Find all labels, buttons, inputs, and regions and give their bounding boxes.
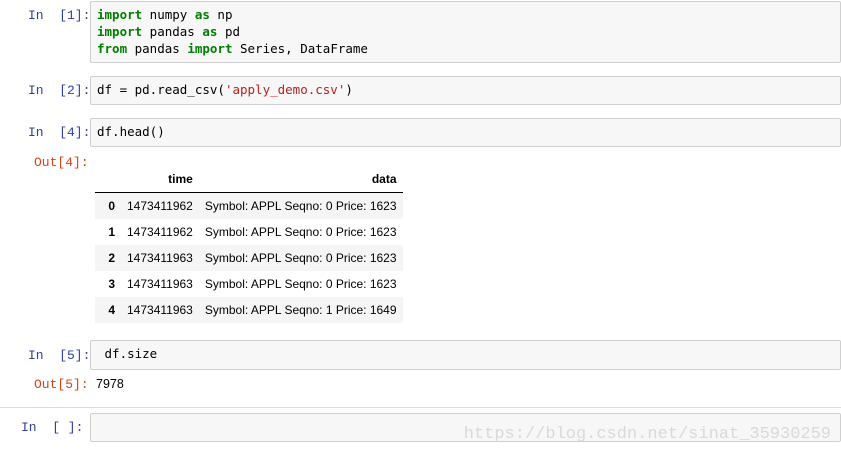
row-index: 3 [108, 277, 115, 291]
code-line: df.head() [97, 123, 834, 140]
code-editor[interactable]: df = pd.read_csv('apply_demo.csv') [90, 76, 841, 105]
code-keyword: as [194, 7, 210, 22]
code-text: Series, DataFrame [232, 41, 368, 56]
cell-time: 1473411963 [127, 251, 193, 265]
watermark: https://blog.csdn.net/sinat_35930259 [463, 425, 831, 444]
column-header-time: time [121, 166, 199, 193]
row-index: 2 [108, 251, 115, 265]
output-prompt: Out[4]: [34, 155, 89, 170]
code-line: from pandas import Series, DataFrame [97, 40, 834, 57]
column-header-index [95, 166, 121, 193]
cell-data: Symbol: APPL Seqno: 0 Price: 1623 [204, 199, 397, 213]
cell-data: Symbol: APPL Seqno: 0 Price: 1623 [204, 277, 397, 291]
cell-time: 1473411963 [127, 277, 193, 291]
code-line: import pandas as pd [97, 23, 834, 40]
output-value: 7978 [96, 377, 124, 391]
row-index: 1 [108, 225, 115, 239]
input-prompt: In [2]: [28, 83, 91, 98]
code-editor[interactable]: df.head() [90, 118, 841, 147]
code-keyword: import [97, 24, 143, 39]
table-row: 1 1473411962 Symbol: APPL Seqno: 0 Price: … [95, 219, 403, 245]
cell-time: 1473411962 [127, 225, 193, 239]
table-row: 2 1473411963 Symbol: APPL Seqno: 0 Price: … [95, 245, 403, 271]
code-keyword: import [187, 41, 233, 56]
column-header-data: data [198, 166, 403, 193]
code-text: ) [345, 82, 353, 97]
cell-time: 1473411962 [127, 199, 193, 213]
code-keyword: as [202, 24, 218, 39]
code-line: import numpy as np [97, 6, 834, 23]
cell-divider [0, 407, 841, 408]
input-prompt: In [5]: [28, 348, 91, 363]
code-keyword: import [97, 7, 143, 22]
table-row: 0 1473411962 Symbol: APPL Seqno: 0 Price: … [95, 192, 403, 219]
code-string: 'apply_demo.csv' [224, 82, 346, 97]
code-line: df = pd.read_csv('apply_demo.csv') [97, 81, 834, 98]
code-text: numpy [142, 7, 195, 22]
code-line: df.size [97, 345, 834, 362]
dataframe-table: time data 0 1473411962 Symbol: APPL Seqno:… [95, 166, 403, 323]
table-row: 4 1473411963 Symbol: APPL Seqno: 1 Price: … [95, 297, 403, 323]
code-editor[interactable]: import numpy as np import pandas as pd fro… [90, 1, 841, 63]
code-text: pandas [142, 24, 203, 39]
input-prompt: In [4]: [28, 125, 91, 140]
code-editor[interactable]: df.size [90, 340, 841, 370]
code-text: pd [217, 24, 241, 39]
row-index: 4 [108, 303, 115, 317]
table-header-row: time data [95, 166, 403, 193]
code-text: df.size [97, 346, 158, 361]
cell-data: Symbol: APPL Seqno: 0 Price: 1623 [204, 225, 397, 239]
cell-data: Symbol: APPL Seqno: 1 Price: 1649 [204, 303, 397, 317]
code-text: df.head() [97, 124, 165, 139]
input-prompt: In [ ]: [21, 420, 84, 435]
code-text: pandas [127, 41, 188, 56]
input-prompt: In [1]: [28, 8, 91, 23]
cell-time: 1473411963 [127, 303, 193, 317]
code-text: np [209, 7, 233, 22]
table-row: 3 1473411963 Symbol: APPL Seqno: 0 Price: … [95, 271, 403, 297]
code-text: df = pd.read_csv( [97, 82, 225, 97]
row-index: 0 [108, 199, 115, 213]
cell-data: Symbol: APPL Seqno: 0 Price: 1623 [204, 251, 397, 265]
output-prompt: Out[5]: [34, 377, 89, 392]
code-keyword: from [97, 41, 128, 56]
